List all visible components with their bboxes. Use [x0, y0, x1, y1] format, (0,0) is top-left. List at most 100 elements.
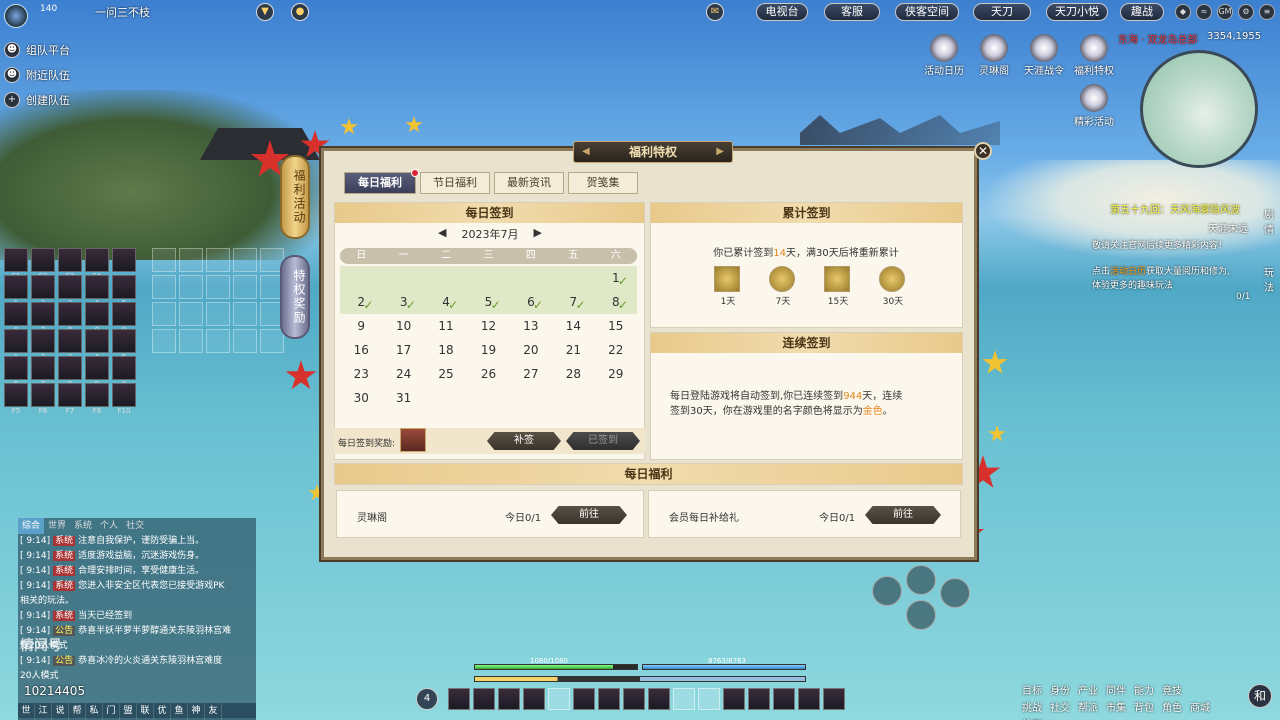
skill-slot[interactable]: F8	[85, 383, 109, 415]
hotbar-slot[interactable]	[673, 688, 695, 710]
chat-channel-button[interactable]: 世	[18, 703, 35, 720]
side-tab-story[interactable]: 剧情	[1264, 206, 1276, 236]
harmony-button[interactable]: 和	[1248, 684, 1272, 708]
empty-slot[interactable]	[206, 329, 230, 353]
calendar-day[interactable]: 22	[595, 338, 637, 362]
nearby-teams[interactable]: ☻ 附近队伍	[4, 66, 70, 84]
skill-slot[interactable]: F4	[85, 248, 109, 280]
menu-item[interactable]: 挑战	[1018, 699, 1046, 714]
menu-item[interactable]: 社交	[1046, 699, 1074, 714]
empty-slot[interactable]	[179, 302, 203, 326]
chat-tab[interactable]: 个人	[96, 518, 122, 534]
menu-item[interactable]: 同伴	[1102, 682, 1130, 697]
tab-greeting-cards[interactable]: 贺笺集	[568, 172, 638, 194]
chat-channel-button[interactable]: 优	[154, 703, 171, 720]
privilege-icon[interactable]	[1080, 34, 1108, 62]
calendar-day[interactable]: 21	[552, 338, 594, 362]
tab-privilege-rewards[interactable]: 特权奖励	[280, 255, 310, 339]
hud-battle-pass[interactable]: 天涯战令	[1018, 62, 1070, 77]
skill-wheel-button[interactable]	[940, 578, 970, 608]
calendar-day[interactable]: 10	[382, 314, 424, 338]
calendar-day[interactable]: 3 ✓	[382, 290, 425, 314]
calendar-day[interactable]: 12	[467, 314, 509, 338]
empty-slot[interactable]	[206, 275, 230, 299]
empty-slot[interactable]	[233, 329, 257, 353]
gm-icon[interactable]: GM	[1217, 4, 1233, 20]
prev-month-button[interactable]: ◀	[438, 226, 446, 242]
chat-channel-button[interactable]: 盟	[120, 703, 137, 720]
calendar-day[interactable]: 20	[510, 338, 552, 362]
menu-item[interactable]: 商城	[1186, 699, 1214, 714]
empty-slot[interactable]	[233, 275, 257, 299]
skill-slot[interactable]: 4	[85, 275, 109, 307]
empty-slot[interactable]	[179, 329, 203, 353]
tab-festival-welfare[interactable]: 节日福利	[420, 172, 490, 194]
chat-tag[interactable]: 公告	[53, 656, 76, 666]
calendar-day[interactable]: 11	[425, 314, 467, 338]
chat-tag[interactable]: 系统	[53, 536, 76, 546]
calendar-day[interactable]: 26	[467, 362, 509, 386]
skill-slot[interactable]: 6	[4, 302, 28, 334]
calendar-day[interactable]: 8 ✓	[594, 290, 637, 314]
hotbar-slot[interactable]	[473, 688, 495, 710]
acc-reward-4[interactable]: 30天	[879, 266, 907, 307]
hotbar-slot[interactable]	[523, 688, 545, 710]
guild-icon[interactable]: ▼	[256, 3, 274, 21]
skill-slot[interactable]: F2	[31, 248, 55, 280]
tiandao-xiaoyue-button[interactable]: 天刀小悦	[1046, 3, 1108, 21]
chat-tab[interactable]: 综合	[18, 518, 45, 534]
skill-slot[interactable]: F1	[4, 248, 28, 280]
skill-slot[interactable]: 6	[4, 356, 28, 388]
calendar-day[interactable]: 4 ✓	[424, 290, 468, 314]
skill-slot[interactable]: 9	[85, 302, 109, 334]
calendar-day[interactable]: 19	[467, 338, 509, 362]
create-team[interactable]: + 创建队伍	[4, 91, 70, 109]
empty-slot[interactable]	[179, 248, 203, 272]
calendar-day[interactable]: 15	[595, 314, 637, 338]
skill-slot[interactable]: 3	[58, 275, 82, 307]
calendar-day[interactable]: 27	[510, 362, 552, 386]
skill-slot[interactable]	[112, 248, 136, 272]
acc-reward-3[interactable]: 15天	[824, 266, 852, 307]
next-month-button[interactable]: ▶	[534, 226, 542, 242]
skill-slot[interactable]: 1	[4, 329, 28, 361]
chat-channel-button[interactable]: 神	[188, 703, 205, 720]
hotbar-slot[interactable]	[773, 688, 795, 710]
calendar-day[interactable]: 13	[510, 314, 552, 338]
empty-slot[interactable]	[152, 329, 176, 353]
calendar-day[interactable]: 16	[340, 338, 382, 362]
brand-button[interactable]: 天刀	[973, 3, 1031, 21]
hotbar-slot[interactable]	[798, 688, 820, 710]
skill-slot[interactable]: 4	[85, 329, 109, 361]
chat-tab[interactable]: 世界	[44, 518, 70, 534]
battle-pass-icon[interactable]	[1030, 34, 1058, 62]
calendar-day[interactable]: 30	[340, 386, 382, 410]
hud-events[interactable]: 精彩活动	[1068, 113, 1120, 128]
tab-daily-welfare[interactable]: 每日福利	[344, 169, 419, 194]
hotbar-slot[interactable]	[498, 688, 520, 710]
chat-tab[interactable]: 系统	[70, 518, 96, 534]
goto-button[interactable]: 前往	[551, 506, 627, 524]
chat-channel-button[interactable]: 江	[35, 703, 52, 720]
calendar-icon[interactable]	[930, 34, 958, 62]
calendar-day[interactable]: 1 ✓	[594, 266, 637, 290]
menu-item[interactable]: 背包	[1130, 699, 1158, 714]
hud-welfare-privilege[interactable]: 福利特权	[1068, 62, 1120, 77]
empty-slot[interactable]	[152, 275, 176, 299]
menu-icon[interactable]: ≡	[1259, 4, 1275, 20]
empty-slot[interactable]	[233, 248, 257, 272]
hotbar-slot[interactable]	[748, 688, 770, 710]
quest-title[interactable]: 第五十九回：天风海雾隐风波	[1110, 201, 1240, 216]
customer-service-button[interactable]: 客服	[824, 3, 880, 21]
chat-channel-button[interactable]: 友	[205, 703, 222, 720]
menu-item[interactable]: 能力	[1130, 682, 1158, 697]
empty-slot[interactable]	[152, 302, 176, 326]
menu-item[interactable]: 市集	[1102, 699, 1130, 714]
calendar-day[interactable]: 28	[552, 362, 594, 386]
chat-tag[interactable]: 系统	[53, 581, 76, 591]
calendar-day[interactable]: 17	[382, 338, 424, 362]
events-icon[interactable]	[1080, 84, 1108, 112]
skill-slot[interactable]: F3	[58, 248, 82, 280]
skill-slot[interactable]: 1	[4, 275, 28, 307]
makeup-signin-button[interactable]: 补签	[487, 432, 561, 450]
